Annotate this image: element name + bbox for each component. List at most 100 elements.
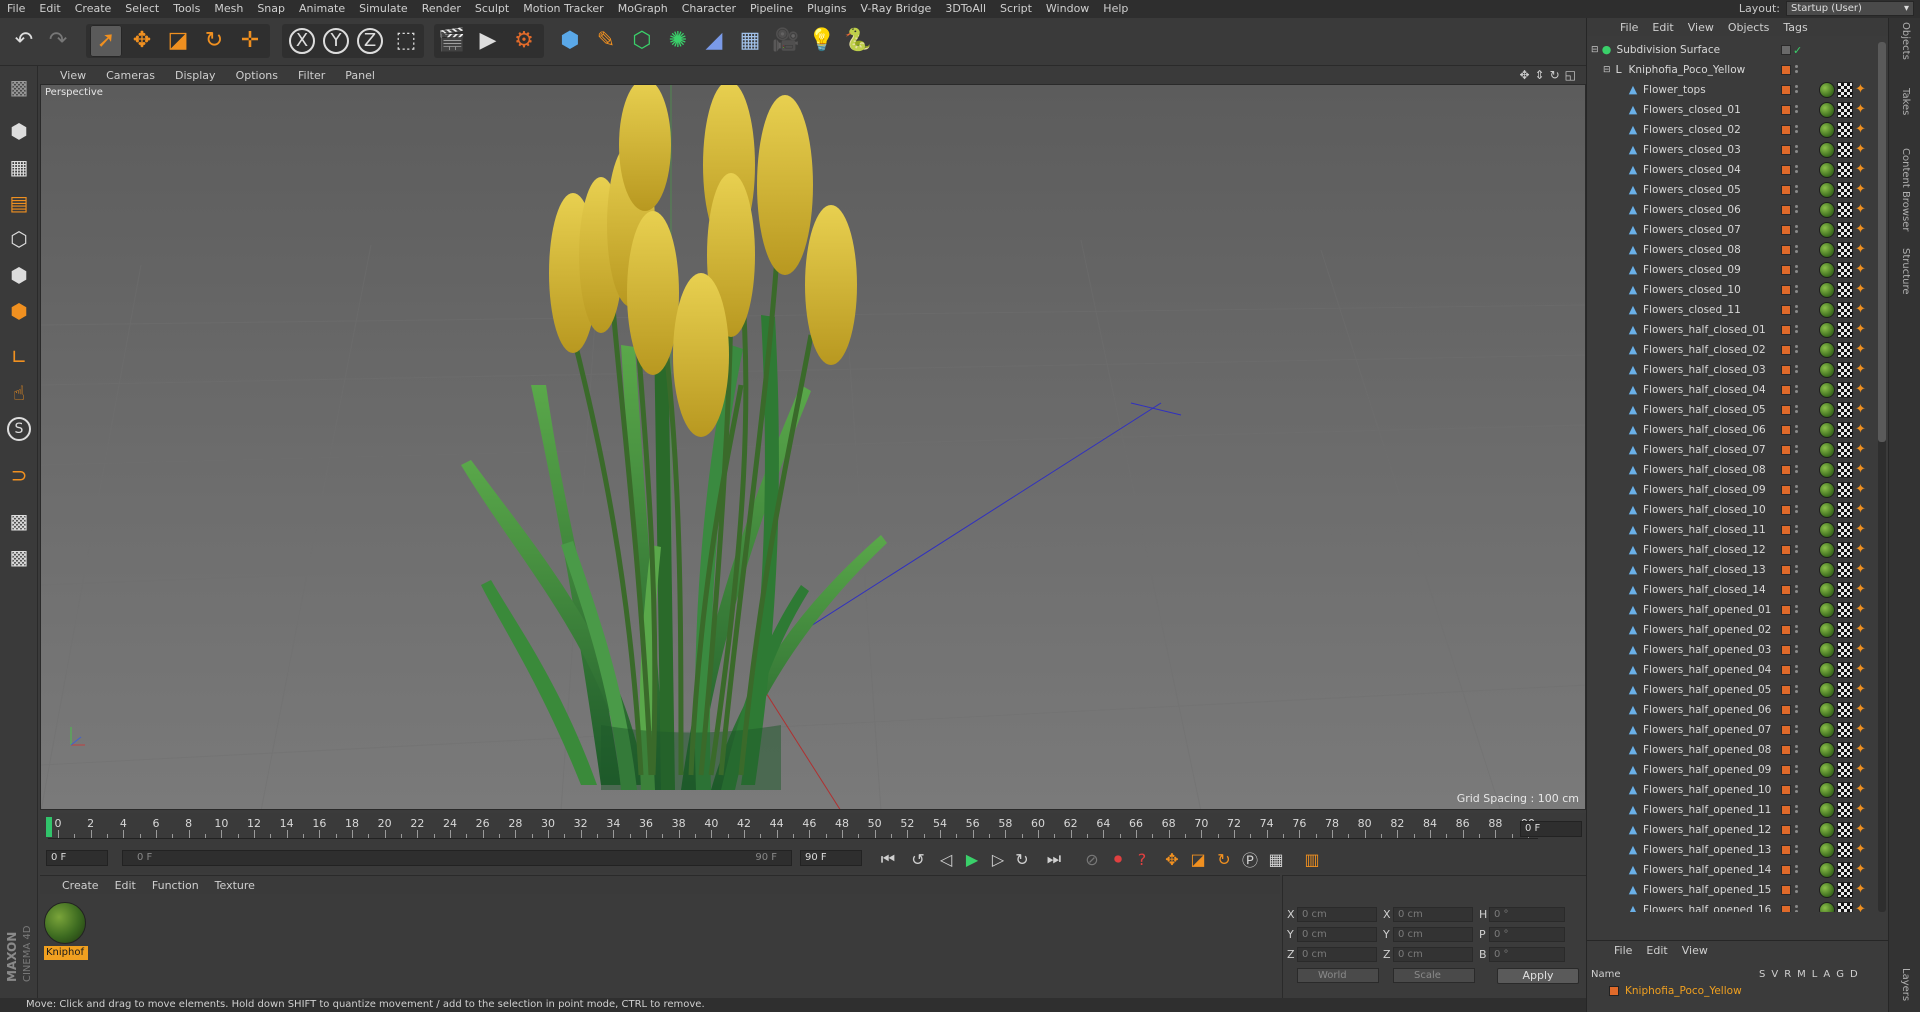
python-button[interactable]: 🐍 [842, 25, 874, 57]
uvw-tag-icon[interactable] [1837, 702, 1853, 718]
layers-menu-edit[interactable]: Edit [1639, 944, 1674, 957]
layer-flag-d[interactable]: D [1850, 969, 1858, 980]
render-view-button[interactable]: 🎬 [436, 25, 468, 57]
texture-tag-icon[interactable] [1819, 802, 1835, 818]
object-row[interactable]: ▲ Flowers_half_closed_14 ✦ [1587, 580, 1889, 600]
goto-end-button[interactable]: ⏭ [1042, 847, 1066, 871]
layer-color-swatch[interactable] [1609, 986, 1619, 996]
layer-color-swatch[interactable] [1781, 65, 1791, 75]
move-tool-button[interactable]: ✥ [126, 25, 158, 57]
visibility-dots[interactable] [1795, 185, 1799, 195]
visibility-dots[interactable] [1795, 625, 1799, 635]
object-row[interactable]: ▲ Flowers_half_opened_13 ✦ [1587, 840, 1889, 860]
texture-tag-icon[interactable] [1819, 742, 1835, 758]
rotation-h-field[interactable]: 0 ° [1489, 906, 1565, 922]
model-mode-button[interactable]: ⬢ [4, 116, 34, 146]
object-row[interactable]: ▲ Flowers_half_opened_10 ✦ [1587, 780, 1889, 800]
scale-tool-button[interactable]: ◪ [162, 25, 194, 57]
texture-tag-icon[interactable] [1819, 102, 1835, 118]
phong-tag-icon[interactable]: ✦ [1855, 402, 1869, 418]
visibility-dots[interactable] [1795, 765, 1799, 775]
phong-tag-icon[interactable]: ✦ [1855, 502, 1869, 518]
layer-color-swatch[interactable] [1781, 325, 1791, 335]
texture-tag-icon[interactable] [1819, 582, 1835, 598]
phong-tag-icon[interactable]: ✦ [1855, 202, 1869, 218]
visibility-dots[interactable] [1795, 425, 1799, 435]
uvw-tag-icon[interactable] [1837, 642, 1853, 658]
object-row[interactable]: ▲ Flowers_half_closed_05 ✦ [1587, 400, 1889, 420]
texture-tag-icon[interactable] [1819, 722, 1835, 738]
object-row[interactable]: ▲ Flowers_half_closed_11 ✦ [1587, 520, 1889, 540]
layer-flag-g[interactable]: G [1836, 969, 1844, 980]
texture-tag-icon[interactable] [1819, 162, 1835, 178]
phong-tag-icon[interactable]: ✦ [1855, 142, 1869, 158]
phong-tag-icon[interactable]: ✦ [1855, 842, 1869, 858]
maximize-icon[interactable]: ◱ [1565, 68, 1576, 82]
layer-color-swatch[interactable] [1781, 725, 1791, 735]
phong-tag-icon[interactable]: ✦ [1855, 582, 1869, 598]
objects-menu-tags[interactable]: Tags [1776, 21, 1814, 34]
layer-color-swatch[interactable] [1781, 845, 1791, 855]
play-button[interactable]: ▶ [960, 847, 984, 871]
collapse-icon[interactable]: ⊟ [1591, 45, 1599, 55]
object-row[interactable]: ▲ Flowers_half_opened_08 ✦ [1587, 740, 1889, 760]
layer-flag-m[interactable]: M [1797, 969, 1806, 980]
phong-tag-icon[interactable]: ✦ [1855, 882, 1869, 898]
texture-tag-icon[interactable] [1819, 182, 1835, 198]
menu-file[interactable]: File [0, 0, 32, 18]
object-row[interactable]: ▲ Flowers_half_closed_03 ✦ [1587, 360, 1889, 380]
visibility-dots[interactable] [1795, 565, 1799, 575]
phong-tag-icon[interactable]: ✦ [1855, 822, 1869, 838]
visibility-dots[interactable] [1795, 345, 1799, 355]
visibility-dots[interactable] [1795, 285, 1799, 295]
layer-color-swatch[interactable] [1781, 485, 1791, 495]
object-row[interactable]: ▲ Flowers_closed_08 ✦ [1587, 240, 1889, 260]
menu-mograph[interactable]: MoGraph [611, 0, 675, 18]
camera-button[interactable]: 🎥 [770, 25, 802, 57]
uvw-tag-icon[interactable] [1837, 362, 1853, 378]
object-row[interactable]: ▲ Flowers_half_opened_16 ✦ [1587, 900, 1889, 912]
layer-row[interactable]: Kniphofia_Poco_Yellow [1587, 983, 1889, 999]
visibility-dots[interactable] [1795, 245, 1799, 255]
next-frame-button[interactable]: ▷ [986, 847, 1010, 871]
layer-color-swatch[interactable] [1781, 645, 1791, 655]
phong-tag-icon[interactable]: ✦ [1855, 762, 1869, 778]
texture-tag-icon[interactable] [1819, 502, 1835, 518]
uvw-tag-icon[interactable] [1837, 562, 1853, 578]
viewport-menu-panel[interactable]: Panel [335, 69, 385, 82]
texture-tag-icon[interactable] [1819, 662, 1835, 678]
playhead[interactable] [46, 817, 52, 837]
phong-tag-icon[interactable]: ✦ [1855, 282, 1869, 298]
points-mode-button[interactable]: ⬡ [4, 224, 34, 254]
phong-tag-icon[interactable]: ✦ [1855, 602, 1869, 618]
layer-color-swatch[interactable] [1781, 405, 1791, 415]
visibility-dots[interactable] [1795, 305, 1799, 315]
layer-color-swatch[interactable] [1781, 745, 1791, 755]
live-selection-button[interactable]: ✛ [234, 25, 266, 57]
visibility-dots[interactable] [1795, 525, 1799, 535]
uvw-tag-icon[interactable] [1837, 382, 1853, 398]
uvw-tag-icon[interactable] [1837, 542, 1853, 558]
phong-tag-icon[interactable]: ✦ [1855, 162, 1869, 178]
layer-flag-r[interactable]: R [1784, 969, 1791, 980]
layer-color-swatch[interactable] [1781, 685, 1791, 695]
texture-tag-icon[interactable] [1819, 902, 1835, 912]
uvw-tag-icon[interactable] [1837, 202, 1853, 218]
menu-select[interactable]: Select [118, 0, 166, 18]
layer-color-swatch[interactable] [1781, 785, 1791, 795]
object-row[interactable]: ▲ Flowers_closed_07 ✦ [1587, 220, 1889, 240]
visibility-dots[interactable] [1795, 505, 1799, 515]
layer-color-swatch[interactable] [1781, 445, 1791, 455]
solo-button[interactable]: S [4, 414, 34, 444]
phong-tag-icon[interactable]: ✦ [1855, 482, 1869, 498]
phong-tag-icon[interactable]: ✦ [1855, 902, 1869, 912]
object-row[interactable]: ▲ Flowers_half_closed_01 ✦ [1587, 320, 1889, 340]
uvw-tag-icon[interactable] [1837, 182, 1853, 198]
objects-menu-edit[interactable]: Edit [1645, 21, 1680, 34]
next-key-button[interactable]: ↻ [1010, 847, 1034, 871]
object-row[interactable]: ▲ Flowers_half_closed_10 ✦ [1587, 500, 1889, 520]
objects-menu-objects[interactable]: Objects [1721, 21, 1777, 34]
layer-color-swatch[interactable] [1781, 625, 1791, 635]
visibility-dots[interactable] [1795, 725, 1799, 735]
uvw-tag-icon[interactable] [1837, 882, 1853, 898]
